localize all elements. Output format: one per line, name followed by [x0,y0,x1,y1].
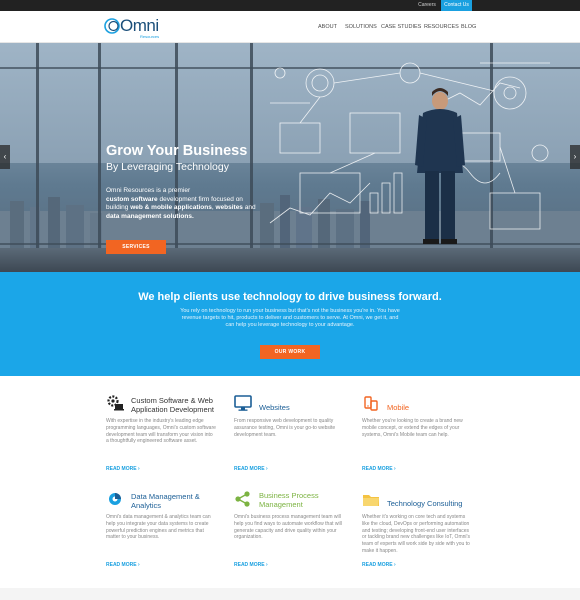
logo-wordmark: Omni [120,16,159,35]
nav-solutions[interactable]: SOLUTIONS [345,11,377,43]
site-header: Omni Resources ABOUT SOLUTIONS CASE STUD… [0,11,580,43]
nav-resources[interactable]: RESOURCES [424,11,459,43]
service-description: Omni's data management & analytics team … [106,514,211,541]
band-description: You rely on technology to run your busin… [180,308,400,328]
service-title: Data Management & Analytics [131,492,200,510]
read-more-link[interactable]: READ MORE › [106,562,140,568]
read-more-link[interactable]: READ MORE › [362,562,396,568]
hero-subtitle: By Leveraging Technology [106,161,229,173]
service-title: Custom Software & Web Application Develo… [131,396,214,414]
gear-laptop-icon [107,395,124,411]
top-utility-bar: Careers Contact Us [0,0,580,11]
folder-icon [363,495,379,506]
omni-logo[interactable]: Omni Resources [104,17,164,39]
service-description: Whether you're looking to create a brand… [362,418,463,438]
mobile-icon [364,396,378,411]
service-title: Technology Consulting [387,499,463,508]
service-title: Mobile [387,403,410,412]
services-button[interactable]: SERVICES [106,240,166,254]
read-more-link[interactable]: READ MORE › [234,562,268,568]
businessman-image [415,88,465,244]
service-description: Whether it's working on core tech and sy… [362,514,470,554]
carousel-prev-button[interactable]: ‹ [0,145,10,169]
nav-about[interactable]: ABOUT [318,11,337,43]
careers-link[interactable]: Careers [413,0,441,11]
service-title: Websites [259,403,290,412]
logo-tagline: Resources [140,34,160,39]
footer-strip [0,588,580,600]
chevron-left-icon: ‹ [3,152,7,161]
contact-us-link[interactable]: Contact Us [441,0,472,11]
band-title: We help clients use technology to drive … [138,291,442,303]
hero-title: Grow Your Business [106,143,248,159]
service-description: From responsive web development to quali… [234,418,336,438]
data-icon [109,493,121,505]
share-icon [235,491,250,507]
carousel-next-button[interactable]: › [570,145,580,169]
nav-case-studies[interactable]: CASE STUDIES [381,11,421,43]
read-more-link[interactable]: READ MORE › [362,466,396,472]
nav-blog[interactable]: BLOG [461,11,476,43]
service-description: With expertise in the industry's leading… [106,418,216,445]
service-description: Omni's business process management team … [234,514,342,541]
our-work-button[interactable]: OUR WORK [260,345,320,359]
service-title: Business Process Management [259,491,319,509]
read-more-link[interactable]: READ MORE › [106,466,140,472]
hero-description: Omni Resources is a premier custom softw… [106,187,256,220]
monitor-icon [234,395,252,411]
read-more-link[interactable]: READ MORE › [234,466,268,472]
value-proposition-band: We help clients use technology to drive … [0,272,580,376]
hero-banner: Grow Your Business By Leveraging Technol… [0,43,580,272]
chevron-right-icon: › [573,152,577,161]
